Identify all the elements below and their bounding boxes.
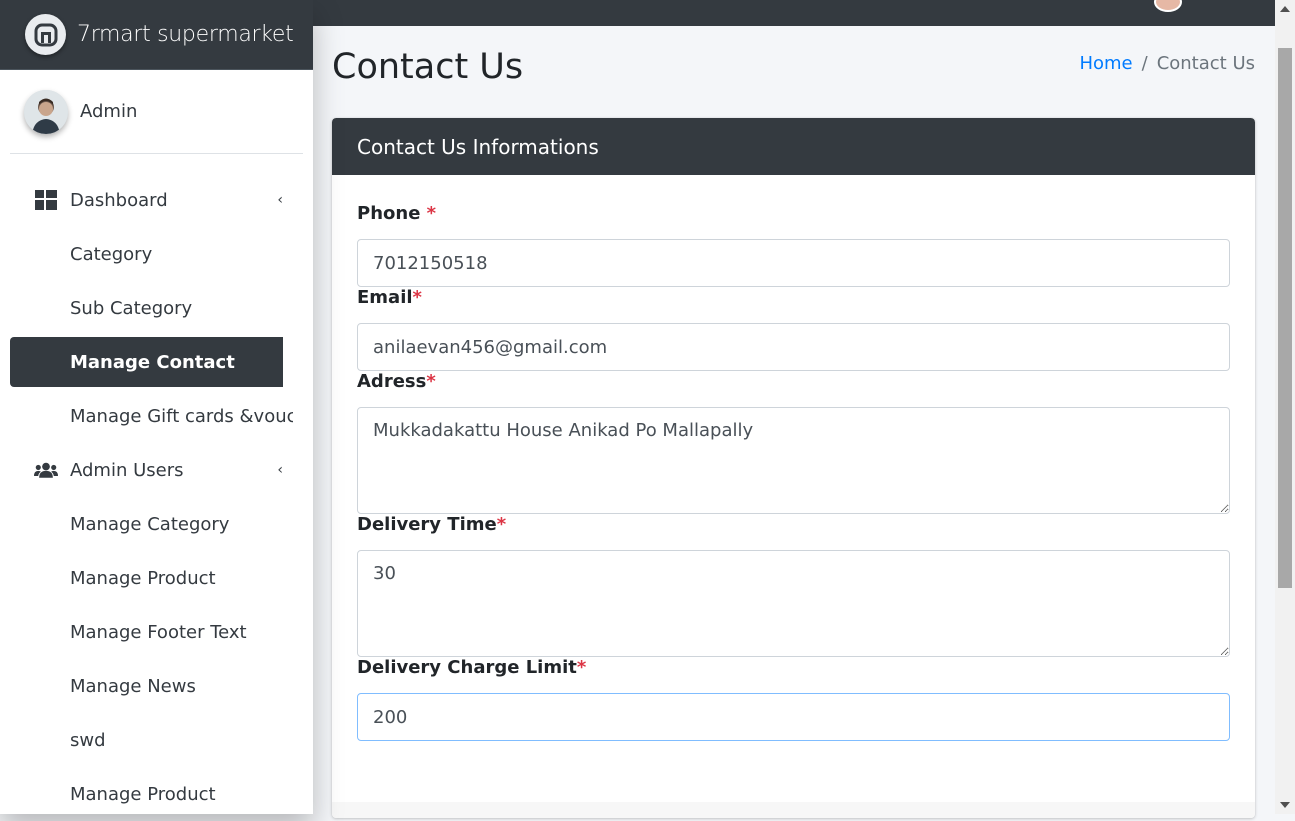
sidebar-item-label: Category bbox=[70, 243, 153, 265]
scroll-up-arrow-icon[interactable] bbox=[1280, 6, 1290, 12]
user-menu-avatar[interactable] bbox=[1154, 0, 1182, 12]
sidebar-item-label: Manage Product bbox=[70, 567, 216, 589]
required-mark: * bbox=[496, 514, 507, 535]
required-mark: * bbox=[426, 371, 436, 392]
user-panel[interactable]: Admin bbox=[10, 70, 303, 154]
breadcrumb-home-link[interactable]: Home bbox=[1079, 53, 1132, 74]
sidebar-item-manage-category[interactable]: Manage Category bbox=[10, 497, 283, 551]
required-mark: * bbox=[412, 287, 422, 308]
top-navbar bbox=[313, 0, 1275, 26]
sidebar-item-admin-users[interactable]: Admin Users ‹ bbox=[10, 443, 283, 497]
sidebar-item-label: Sub Category bbox=[70, 297, 193, 319]
phone-field[interactable] bbox=[357, 239, 1230, 287]
delivery-time-label-text: Delivery Time bbox=[357, 514, 497, 535]
sidebar-item-manage-footer-text[interactable]: Manage Footer Text bbox=[10, 605, 283, 659]
users-icon bbox=[34, 458, 58, 482]
7rmart-logo-icon bbox=[25, 14, 66, 55]
email-field[interactable] bbox=[357, 323, 1230, 371]
sidebar-item-manage-news[interactable]: Manage News bbox=[10, 659, 283, 713]
chevron-left-icon: ‹ bbox=[277, 462, 283, 478]
sidebar-item-label: Admin Users bbox=[70, 459, 184, 481]
required-mark: * bbox=[576, 657, 587, 678]
page-scrollbar[interactable] bbox=[1275, 0, 1295, 814]
email-label-text: Email bbox=[357, 287, 413, 308]
sidebar-item-swd[interactable]: swd bbox=[10, 713, 283, 767]
sidebar-item-manage-contact[interactable]: Manage Contact bbox=[10, 337, 283, 387]
scrollbar-thumb[interactable] bbox=[1278, 48, 1292, 588]
brand-name: 7rmart supermarket bbox=[77, 22, 294, 47]
phone-label: Phone * bbox=[357, 203, 1230, 224]
address-label-text: Adress bbox=[357, 371, 427, 392]
breadcrumb-separator: / bbox=[1141, 53, 1148, 74]
sidebar-item-label: Manage Category bbox=[70, 513, 230, 535]
page-title: Contact Us bbox=[332, 47, 524, 87]
delivery-time-label: Delivery Time* bbox=[357, 514, 1230, 535]
avatar bbox=[24, 89, 68, 134]
brand-link[interactable]: 7rmart supermarket bbox=[0, 0, 313, 70]
sidebar-item-label: Manage Contact bbox=[70, 351, 235, 373]
sidebar-item-label: Dashboard bbox=[70, 189, 168, 211]
sidebar: 7rmart supermarket Admin Dashboard ‹ Cat… bbox=[0, 0, 313, 814]
sidebar-item-manage-product[interactable]: Manage Product bbox=[10, 551, 283, 605]
email-label: Email* bbox=[357, 287, 1230, 308]
sidebar-item-label: Manage Gift cards &vouchers bbox=[70, 405, 293, 427]
dashboard-icon bbox=[34, 188, 58, 212]
sidebar-item-dashboard[interactable]: Dashboard ‹ bbox=[10, 173, 283, 227]
scroll-down-arrow-icon[interactable] bbox=[1280, 802, 1290, 808]
delivery-charge-limit-field[interactable] bbox=[357, 693, 1230, 741]
card-header: Contact Us Informations bbox=[332, 118, 1255, 175]
address-label: Adress* bbox=[357, 371, 1230, 392]
breadcrumb-current: Contact Us bbox=[1156, 53, 1255, 74]
contact-form: Phone * Email* Adress* Mukkadakattu Hous… bbox=[332, 175, 1255, 741]
sidebar-item-label: Manage Footer Text bbox=[70, 621, 247, 643]
sidebar-item-label: Manage News bbox=[70, 675, 196, 697]
sidebar-item-manage-gift-cards[interactable]: Manage Gift cards &vouchers bbox=[10, 389, 293, 443]
chevron-left-icon: ‹ bbox=[277, 192, 283, 208]
user-name: Admin bbox=[80, 101, 138, 122]
address-field[interactable]: Mukkadakattu House Anikad Po Mallapally bbox=[357, 407, 1230, 514]
sidebar-item-sub-category[interactable]: Sub Category bbox=[10, 281, 283, 335]
contact-us-card: Contact Us Informations Phone * Email* A… bbox=[332, 118, 1255, 818]
delivery-charge-limit-label: Delivery Charge Limit* bbox=[357, 657, 1230, 678]
delivery-time-field[interactable]: 30 bbox=[357, 550, 1230, 657]
sidebar-nav-container: Dashboard ‹ Category Sub Category Manage… bbox=[0, 154, 293, 821]
phone-label-text: Phone bbox=[357, 203, 427, 224]
sidebar-item-manage-product-2[interactable]: Manage Product bbox=[10, 767, 283, 821]
card-footer bbox=[332, 802, 1255, 818]
required-mark: * bbox=[426, 203, 437, 224]
sidebar-item-label: swd bbox=[70, 729, 106, 751]
delivery-charge-limit-label-text: Delivery Charge Limit bbox=[357, 657, 577, 678]
breadcrumb: Home / Contact Us bbox=[1079, 53, 1255, 74]
sidebar-item-category[interactable]: Category bbox=[10, 227, 283, 281]
sidebar-item-label: Manage Product bbox=[70, 783, 216, 805]
sidebar-nav: Dashboard ‹ Category Sub Category Manage… bbox=[0, 154, 293, 821]
